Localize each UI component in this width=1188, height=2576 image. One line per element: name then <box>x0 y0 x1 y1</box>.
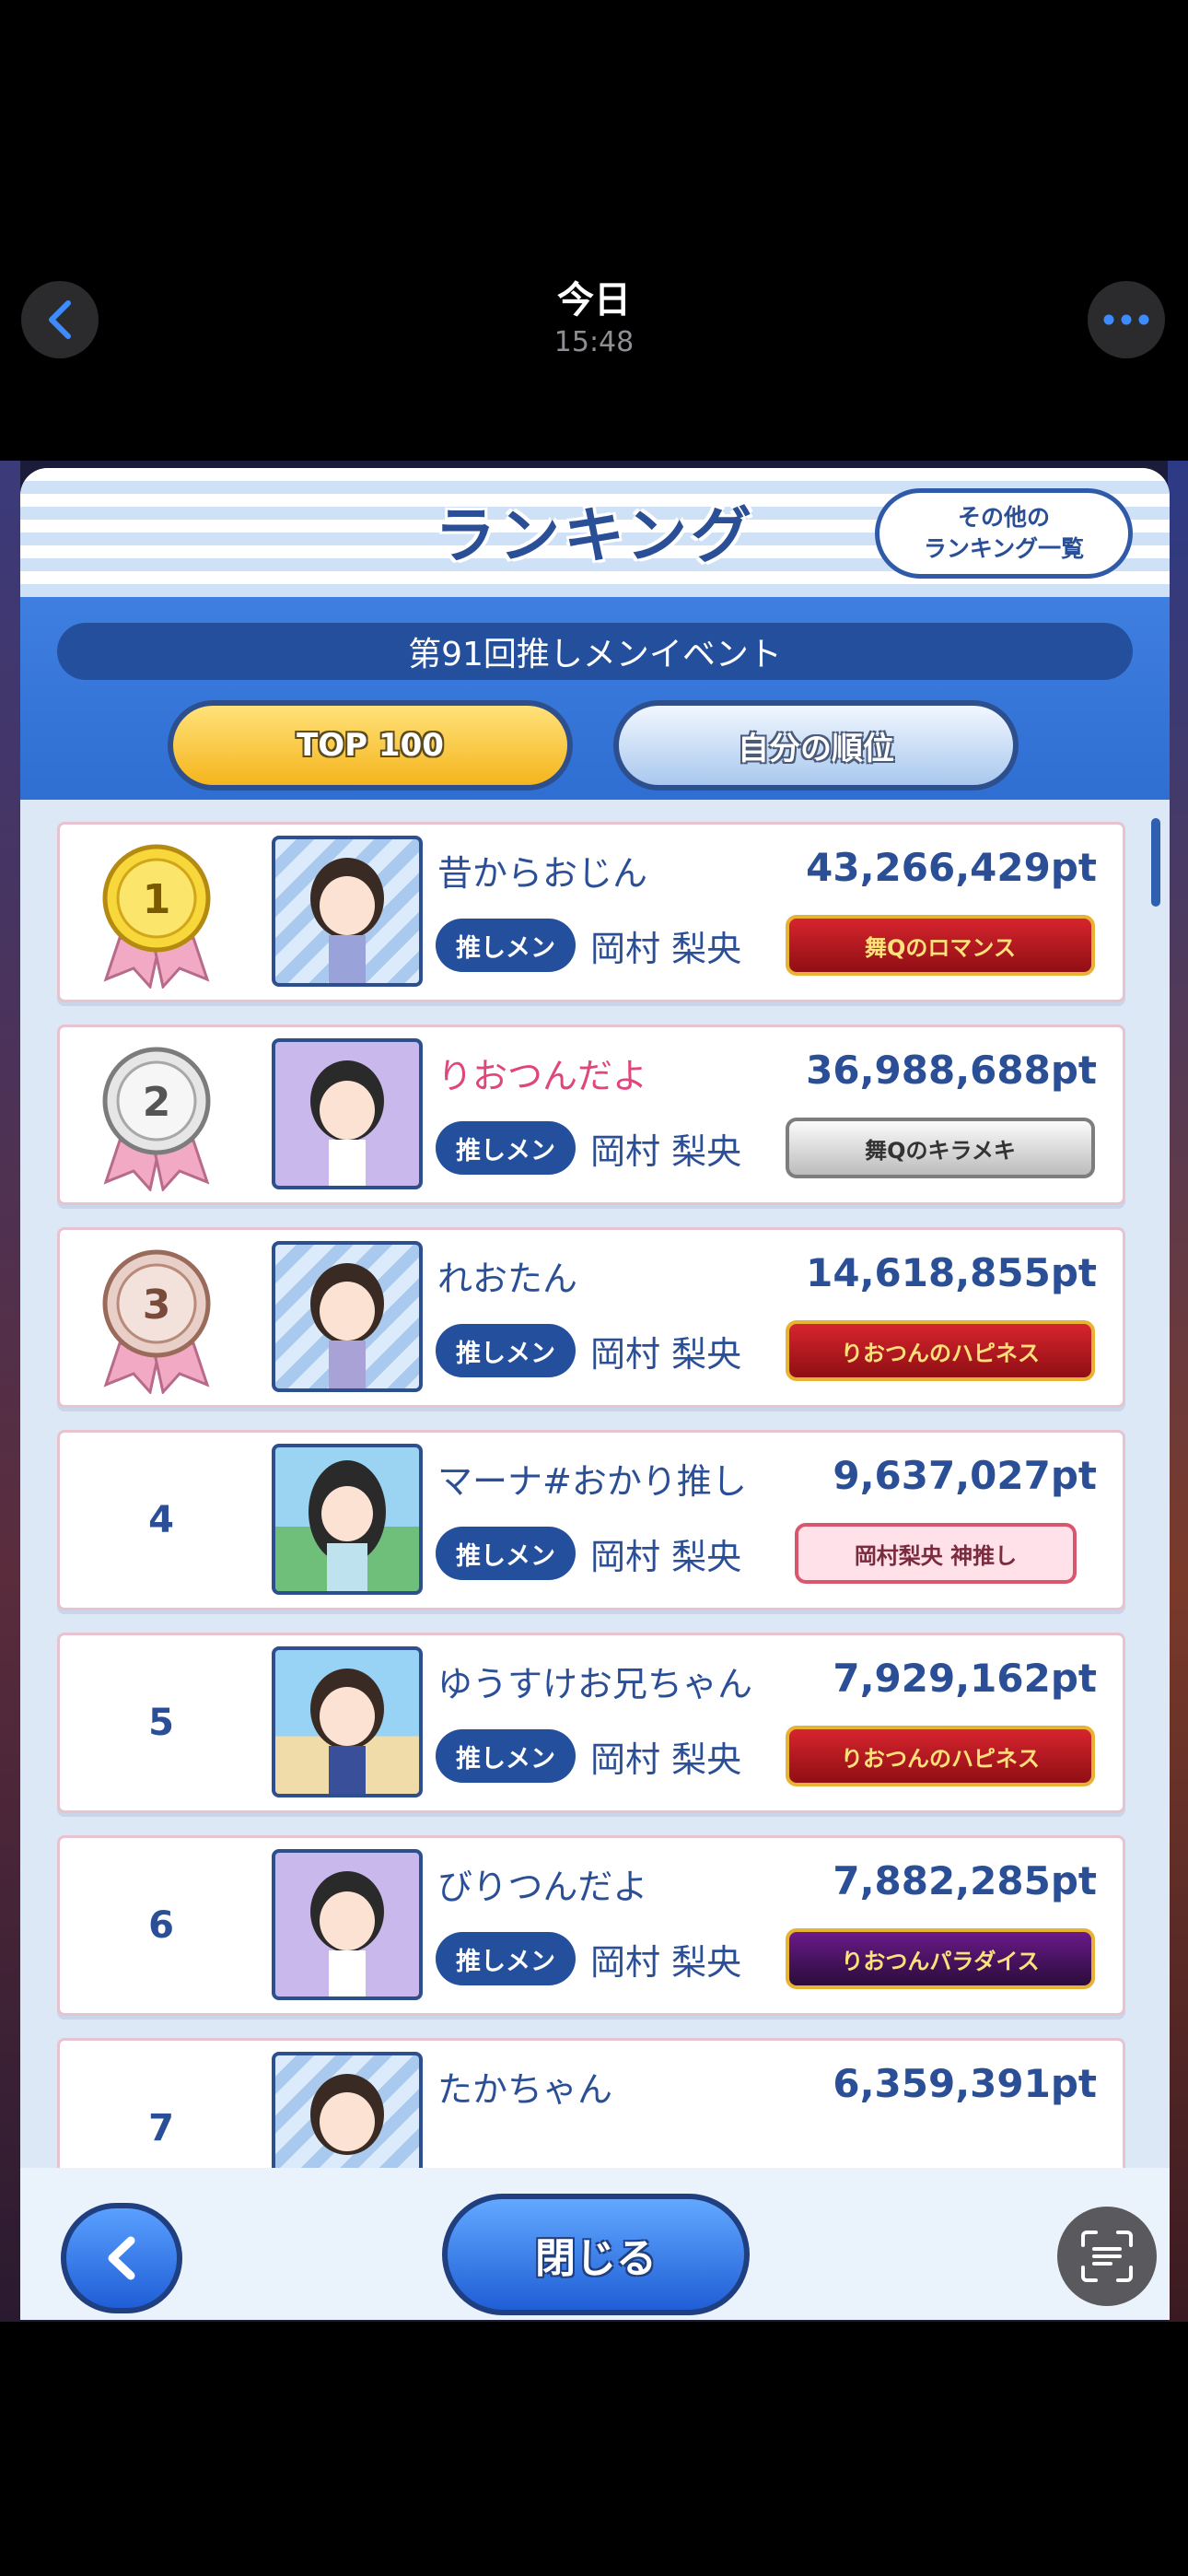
game-edge-left <box>0 461 20 2322</box>
title-badge: 岡村梨央 神推し <box>795 1523 1077 1584</box>
oshi-member-badge: 推しメン <box>436 1121 576 1175</box>
chibi-avatar-icon <box>310 1263 384 1388</box>
member-name: 岡村 梨央 <box>590 1537 742 1577</box>
nav-time: 15:48 <box>553 326 635 358</box>
rank-number: 4 <box>148 1499 174 1541</box>
oshi-member-badge: 推しメン <box>436 1527 576 1580</box>
avatar <box>272 1646 423 1797</box>
title-badge: りおつんのハピネス <box>786 1726 1095 1786</box>
event-header: 第91回推しメンイベント TOP 100 自分の順位 <box>20 597 1170 800</box>
member-name: 岡村 梨央 <box>590 1739 742 1780</box>
top-navigation-bar: 今日 15:48 <box>0 0 1188 461</box>
ranking-row[interactable]: 5 ゆうすけお兄ちゃん 7,929,162pt 推しメン 岡村 梨央 りおつんの… <box>57 1633 1125 1813</box>
member-name: 岡村 梨央 <box>590 1131 742 1172</box>
medal-rank: 1 <box>143 876 171 923</box>
gold-medal-icon: 1 <box>102 844 211 989</box>
title-badge: りおつんのハピネス <box>786 1320 1095 1381</box>
oshi-member-badge: 推しメン <box>436 1324 576 1377</box>
ranking-row[interactable]: 2 りおつんだよ 36,988,688pt 推しメン 岡村 梨央 舞Qのキラメキ <box>57 1025 1125 1205</box>
rank-number: 7 <box>148 2107 174 2149</box>
points: 7,882,285pt <box>833 1858 1097 1903</box>
oshi-member-badge: 推しメン <box>436 1932 576 1985</box>
other-rankings-label: その他の ランキング一覧 <box>923 504 1085 562</box>
avatar <box>272 1444 423 1595</box>
text-scan-icon <box>1081 2231 1133 2282</box>
chibi-avatar-icon <box>310 858 384 983</box>
title-badge: 舞Qのロマンス <box>786 915 1095 976</box>
live-text-button[interactable] <box>1057 2207 1157 2306</box>
bronze-medal-icon: 3 <box>102 1249 211 1394</box>
tab-top100[interactable]: TOP 100 <box>168 700 573 790</box>
chibi-avatar-icon <box>310 1060 384 1186</box>
points: 14,618,855pt <box>806 1250 1097 1295</box>
member-name: 岡村 梨央 <box>590 1334 742 1375</box>
other-rankings-button[interactable]: その他の ランキング一覧 <box>875 488 1133 579</box>
member-name: 岡村 梨央 <box>590 1942 742 1983</box>
avatar <box>272 1038 423 1189</box>
user-name: びりつんだよ <box>437 1867 648 1907</box>
user-name: マーナ#おかり推し <box>437 1461 747 1502</box>
panel-back-button[interactable] <box>61 2203 182 2313</box>
points: 9,637,027pt <box>833 1453 1097 1498</box>
avatar <box>272 2052 423 2182</box>
event-name: 第91回推しメンイベント <box>57 623 1133 680</box>
oshi-member-badge: 推しメン <box>436 919 576 972</box>
points: 7,929,162pt <box>833 1656 1097 1701</box>
title-badge: りおつんパラダイス <box>786 1928 1095 1989</box>
medal-rank: 3 <box>143 1282 171 1329</box>
title-badge: 舞Qのキラメキ <box>786 1118 1095 1178</box>
points: 36,988,688pt <box>806 1048 1097 1093</box>
user-name: れおたん <box>437 1259 578 1299</box>
rank-number: 5 <box>148 1702 174 1744</box>
bottom-bar: 閉じる <box>20 2168 1170 2320</box>
chibi-avatar-icon <box>309 1460 386 1591</box>
more-button[interactable] <box>1088 281 1165 358</box>
avatar <box>272 1849 423 2000</box>
chibi-avatar-icon <box>310 1871 384 1996</box>
rank-number: 6 <box>148 1904 174 1947</box>
ranking-list[interactable]: 1 昔からおじん 43,266,429pt 推しメン 岡村 梨央 舞Qのロマンス <box>20 800 1170 2182</box>
scrollbar[interactable] <box>1151 818 1160 907</box>
silver-medal-icon: 2 <box>102 1047 211 1191</box>
ellipsis-icon <box>1103 314 1149 325</box>
ranking-row[interactable]: 7 たかちゃん 6,359,391pt <box>57 2038 1125 2182</box>
oshi-member-badge: 推しメン <box>436 1729 576 1783</box>
tab-my-rank[interactable]: 自分の順位 <box>613 700 1019 790</box>
chibi-avatar-icon <box>310 2074 384 2155</box>
points: 43,266,429pt <box>806 845 1097 890</box>
chibi-avatar-icon <box>310 1669 384 1794</box>
points: 6,359,391pt <box>833 2061 1097 2106</box>
ranking-panel: ランキング その他の ランキング一覧 第91回推しメンイベント TOP 100 … <box>20 468 1170 2320</box>
ranking-row[interactable]: 1 昔からおじん 43,266,429pt 推しメン 岡村 梨央 舞Qのロマンス <box>57 822 1125 1002</box>
ranking-row[interactable]: 3 れおたん 14,618,855pt 推しメン 岡村 梨央 りおつんのハピネス <box>57 1227 1125 1408</box>
medal-rank: 2 <box>143 1079 171 1126</box>
nav-title-block: 今日 15:48 <box>0 276 1188 361</box>
panel-header: ランキング その他の ランキング一覧 <box>20 468 1170 597</box>
close-button[interactable]: 閉じる <box>442 2194 750 2315</box>
member-name: 岡村 梨央 <box>590 929 742 969</box>
user-name: りおつんだよ <box>437 1056 648 1096</box>
ranking-row[interactable]: 4 マーナ#おかり推し 9,637,027pt 推しメン 岡村 梨央 岡村梨央 … <box>57 1430 1125 1610</box>
nav-title: 今日 <box>557 279 631 322</box>
user-name: たかちゃん <box>437 2069 613 2110</box>
user-name: 昔からおじん <box>437 853 648 894</box>
game-edge-right <box>1168 461 1188 2322</box>
avatar <box>272 836 423 987</box>
avatar <box>272 1241 423 1392</box>
ranking-row[interactable]: 6 びりつんだよ 7,882,285pt 推しメン 岡村 梨央 りおつんパラダイ… <box>57 1835 1125 2016</box>
chevron-left-icon <box>108 2236 135 2280</box>
user-name: ゆうすけお兄ちゃん <box>437 1664 753 1704</box>
